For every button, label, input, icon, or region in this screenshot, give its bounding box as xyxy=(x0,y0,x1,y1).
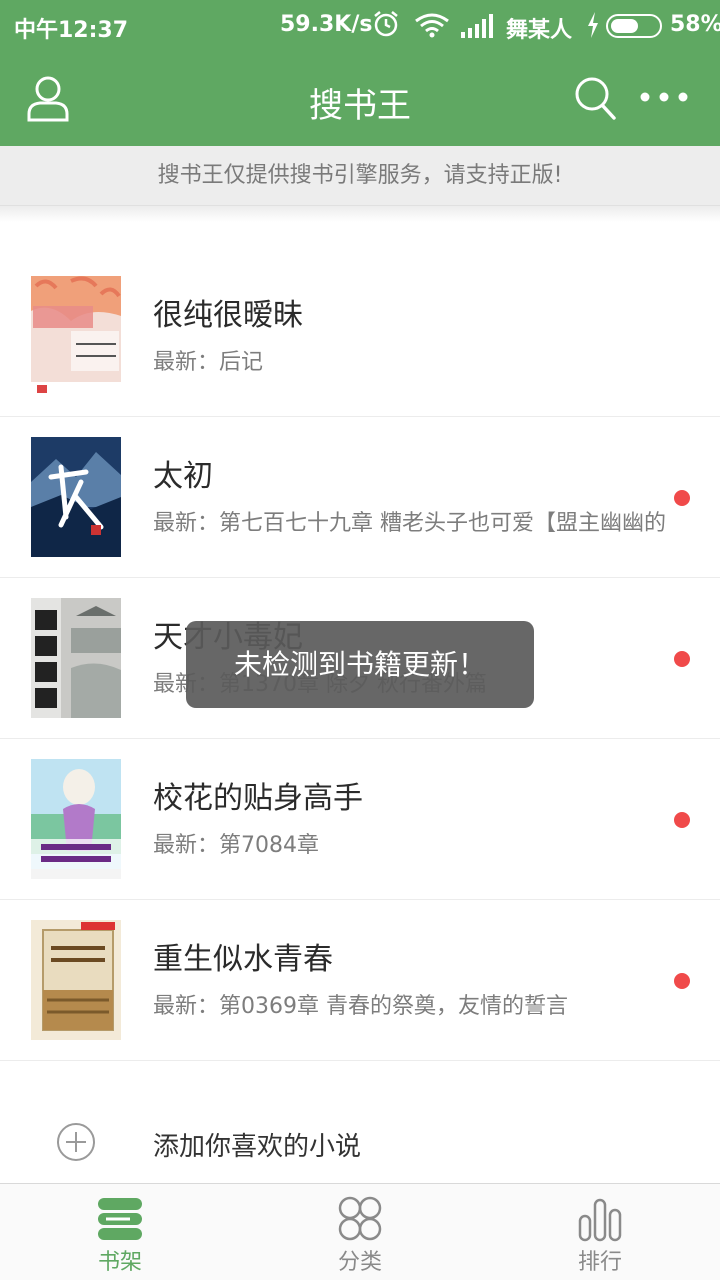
book-latest-chapter: 最新：后记 xyxy=(153,350,264,375)
update-dot xyxy=(674,490,690,506)
book-title: 校花的贴身高手 xyxy=(153,781,363,816)
notice-shadow xyxy=(0,206,720,222)
book-title: 太初 xyxy=(153,459,213,494)
status-bar: 中午12:37 59.3K/s 舞某人 58% xyxy=(0,0,720,52)
add-novel-label: 添加你喜欢的小说 xyxy=(153,1132,362,1162)
status-time: 中午12:37 xyxy=(14,18,129,43)
toast-message: 未检测到书籍更新！ xyxy=(186,621,534,708)
app-header: 中午12:37 59.3K/s 舞某人 58% 搜书王 xyxy=(0,0,720,146)
battery-icon xyxy=(606,14,662,38)
update-dot xyxy=(674,812,690,828)
book-latest-chapter: 最新：第7084章 xyxy=(153,833,319,858)
category-icon xyxy=(338,1196,382,1241)
copyright-notice: 搜书王仅提供搜书引擎服务，请支持正版! xyxy=(0,146,720,206)
nav-label: 分类 xyxy=(337,1250,382,1275)
ranking-icon xyxy=(578,1198,622,1242)
nav-bookshelf[interactable]: 书架 xyxy=(0,1184,240,1280)
book-item[interactable]: 很纯很暧昧 最新：后记 xyxy=(0,256,720,417)
book-item[interactable]: 重生似水青春 最新：第0369章 青春的祭奠，友情的誓言 xyxy=(0,900,720,1061)
book-cover xyxy=(31,437,121,557)
carrier-name: 舞某人 xyxy=(506,18,573,43)
add-novel-row[interactable]: 添加你喜欢的小说 xyxy=(0,1100,720,1180)
network-speed: 59.3K/s xyxy=(280,12,373,37)
book-cover xyxy=(31,920,121,1040)
book-cover xyxy=(31,276,121,396)
more-icon[interactable] xyxy=(638,86,690,108)
signal-icon xyxy=(461,14,493,38)
nav-label: 书架 xyxy=(97,1250,142,1275)
charging-icon xyxy=(588,12,598,38)
book-title: 重生似水青春 xyxy=(153,942,333,977)
book-item[interactable]: 校花的贴身高手 最新：第7084章 xyxy=(0,739,720,900)
bookshelf-icon xyxy=(98,1198,142,1240)
book-latest-chapter: 最新：第0369章 青春的祭奠，友情的誓言 xyxy=(153,994,568,1019)
bottom-nav: 书架 分类 排行 xyxy=(0,1183,720,1280)
book-cover xyxy=(31,759,121,879)
nav-ranking[interactable]: 排行 xyxy=(480,1184,720,1280)
book-title: 很纯很暧昧 xyxy=(153,298,303,333)
nav-label: 排行 xyxy=(577,1250,622,1275)
book-cover xyxy=(31,598,121,718)
nav-category[interactable]: 分类 xyxy=(240,1184,480,1280)
search-icon[interactable] xyxy=(574,76,616,120)
book-latest-chapter: 最新：第七百七十九章 糟老头子也可爱【盟主幽幽的 xyxy=(153,511,666,536)
book-item[interactable]: 太初 最新：第七百七十九章 糟老头子也可爱【盟主幽幽的 xyxy=(0,417,720,578)
battery-percent: 58% xyxy=(670,12,720,37)
wifi-icon xyxy=(415,13,449,38)
alarm-icon xyxy=(374,11,398,37)
update-dot xyxy=(674,973,690,989)
plus-circle-icon xyxy=(57,1123,95,1161)
update-dot xyxy=(674,651,690,667)
